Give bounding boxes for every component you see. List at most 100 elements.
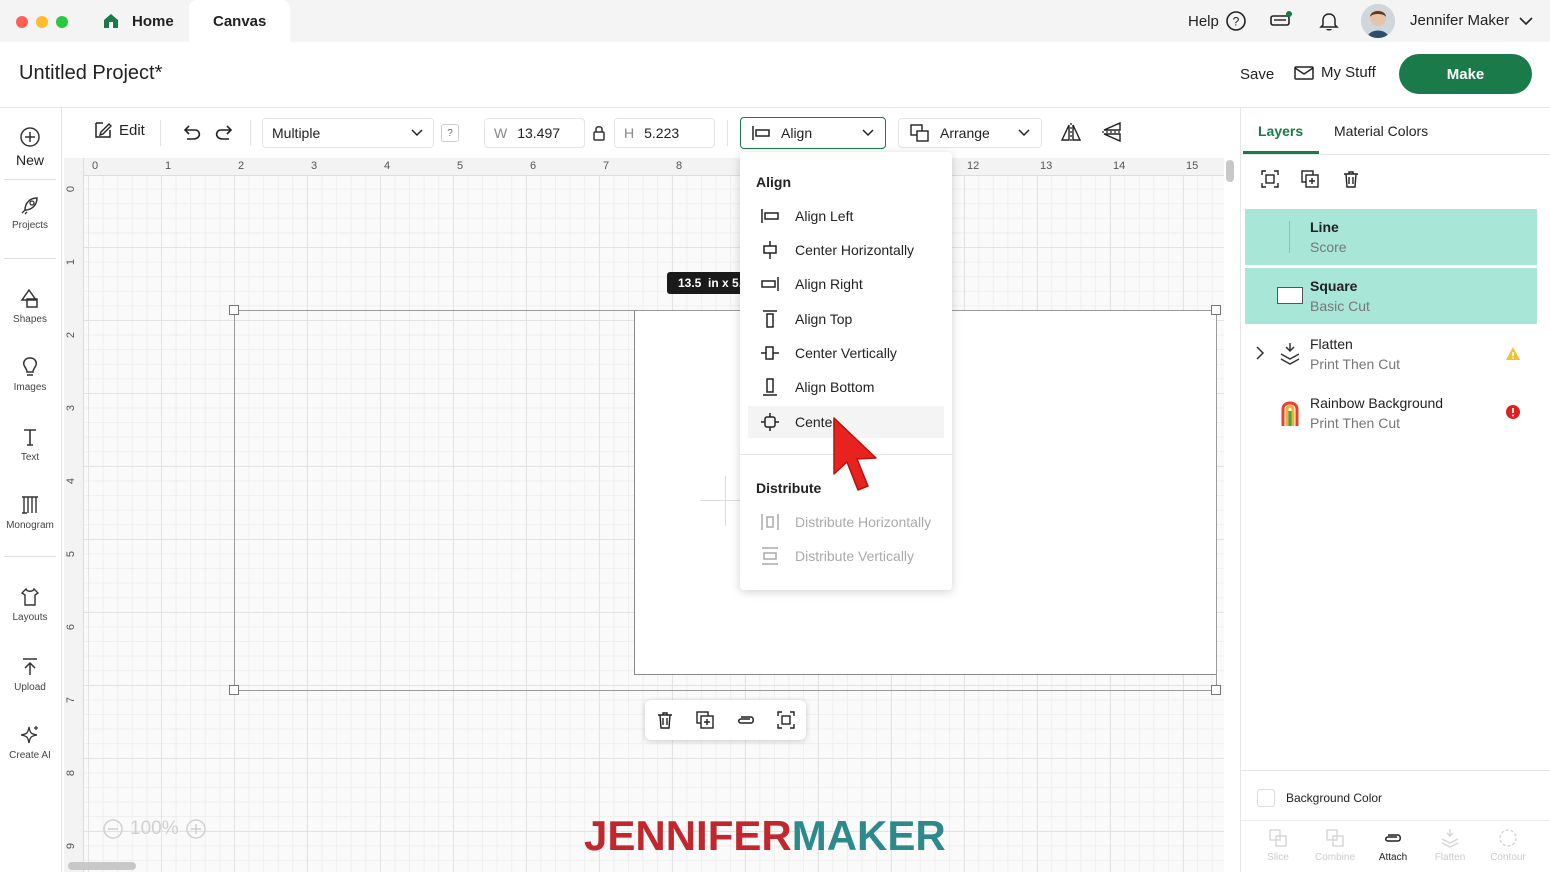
contour-button[interactable]: Contour (1480, 828, 1536, 863)
watermark-part-b: MAKER (791, 812, 946, 859)
height-field[interactable]: H 5.223 (614, 118, 715, 148)
background-color-checkbox[interactable] (1257, 789, 1275, 807)
menu-item-align-bottom[interactable]: Align Bottom (748, 371, 944, 403)
menu-item-distribute-horizontally[interactable]: Distribute Horizontally (748, 506, 944, 538)
ruler-left: 0 1 2 3 4 5 6 7 8 9 (64, 158, 84, 872)
arrange-label: Arrange (940, 125, 990, 141)
flip-vertical-icon[interactable] (1100, 121, 1124, 143)
resize-handle[interactable] (229, 685, 239, 695)
zoom-out-icon[interactable] (102, 818, 124, 840)
tab-material-colors[interactable]: Material Colors (1334, 123, 1428, 139)
menu-item-align-right[interactable]: Align Right (748, 268, 944, 300)
combine-label: Combine (1314, 852, 1356, 863)
lightbulb-icon (19, 356, 41, 378)
menu-item-center-vertically[interactable]: Center Vertically (748, 337, 944, 369)
rail-item-projects[interactable]: Projects (0, 194, 60, 231)
help-button[interactable]: Help ? (1188, 10, 1247, 32)
ruler-tick: 4 (65, 477, 78, 485)
layer-row-flatten[interactable]: Flatten Print Then Cut (1245, 326, 1537, 382)
make-button[interactable]: Make (1399, 54, 1532, 94)
monogram-icon (19, 494, 41, 516)
ruler-top: 0 1 2 3 4 5 6 7 8 12 13 14 15 (64, 158, 1224, 176)
lock-icon[interactable] (592, 125, 606, 141)
rail-item-upload[interactable]: Upload (0, 656, 60, 693)
tab-home[interactable]: Home (102, 0, 174, 42)
project-title[interactable]: Untitled Project* (19, 62, 162, 85)
bell-icon[interactable] (1318, 10, 1340, 32)
menu-item-align-left[interactable]: Align Left (748, 200, 944, 232)
chevron-down-icon (1519, 16, 1533, 26)
menu-item-label: Distribute Horizontally (795, 514, 932, 530)
align-dropdown[interactable]: Align (740, 117, 886, 149)
rail-item-images[interactable]: Images (0, 356, 60, 393)
my-stuff-button[interactable]: My Stuff (1294, 64, 1376, 81)
resize-handle[interactable] (1211, 685, 1221, 695)
duplicate-icon[interactable] (1300, 169, 1320, 189)
rail-item-monogram[interactable]: Monogram (0, 494, 60, 531)
operation-select[interactable]: Multiple (262, 118, 434, 148)
error-icon[interactable] (1505, 404, 1521, 420)
menu-item-label: Align Right (795, 276, 863, 292)
chevron-down-icon (1018, 129, 1030, 137)
trash-icon[interactable] (655, 710, 675, 730)
rail-item-shapes[interactable]: Shapes (0, 288, 60, 325)
close-window-button[interactable] (16, 16, 28, 28)
width-field[interactable]: W 13.497 (484, 118, 585, 148)
zoom-in-icon[interactable] (185, 818, 207, 840)
layer-row-rainbow-background[interactable]: Rainbow Background Print Then Cut (1245, 385, 1537, 441)
warning-icon[interactable] (1505, 346, 1521, 362)
duplicate-icon[interactable] (695, 710, 715, 730)
flatten-button[interactable]: Flatten (1422, 828, 1478, 863)
ruler-tick: 2 (238, 160, 245, 172)
resize-handle[interactable] (1211, 305, 1221, 315)
redo-icon[interactable] (213, 122, 235, 142)
save-button[interactable]: Save (1240, 66, 1274, 83)
edit-button[interactable]: Edit (93, 120, 145, 140)
chevron-right-icon[interactable] (1255, 346, 1265, 360)
layer-row-line[interactable]: Line Score (1245, 209, 1537, 265)
avatar[interactable] (1361, 4, 1395, 38)
layer-row-square[interactable]: Square Basic Cut (1245, 268, 1537, 324)
undo-icon[interactable] (181, 122, 203, 142)
menu-item-align-top[interactable]: Align Top (748, 303, 944, 335)
tab-layers[interactable]: Layers (1258, 123, 1303, 139)
tab-canvas-label: Canvas (213, 12, 267, 30)
home-icon (102, 12, 120, 30)
layer-title: Square (1310, 278, 1358, 294)
flip-horizontal-icon[interactable] (1060, 121, 1082, 143)
rail-item-layouts[interactable]: Layouts (0, 586, 60, 623)
rocket-icon (19, 194, 41, 216)
sparkle-icon (19, 724, 41, 746)
align-top-icon (758, 309, 782, 329)
ruler-tick: 7 (603, 160, 610, 172)
group-icon[interactable] (1260, 169, 1280, 189)
distribute-heading: Distribute (756, 480, 822, 496)
minimize-window-button[interactable] (36, 16, 48, 28)
tab-canvas[interactable]: Canvas (189, 0, 291, 42)
menu-item-center-horizontally[interactable]: Center Horizontally (748, 234, 944, 266)
rail-item-new[interactable]: New (0, 126, 60, 168)
user-menu[interactable]: Jennifer Maker (1410, 12, 1533, 29)
combine-button[interactable]: Combine (1307, 828, 1363, 863)
menu-item-label: Align Top (795, 311, 853, 327)
attach-icon[interactable] (735, 710, 757, 730)
operation-help-button[interactable]: ? (441, 124, 459, 142)
edit-label: Edit (119, 121, 145, 139)
center-horizontally-icon (758, 240, 782, 260)
trash-icon[interactable] (1341, 169, 1361, 189)
menu-item-distribute-vertically[interactable]: Distribute Vertically (748, 540, 944, 572)
slice-button[interactable]: Slice (1250, 828, 1306, 863)
machine-icon[interactable] (1269, 10, 1293, 30)
arrange-icon (910, 124, 930, 142)
watermark-part-a: JENNIFER (584, 812, 792, 859)
group-icon[interactable] (776, 710, 796, 730)
horizontal-scrollbar[interactable] (68, 862, 136, 870)
rail-item-text[interactable]: Text (0, 426, 60, 463)
maximize-window-button[interactable] (56, 16, 68, 28)
rail-item-create-ai[interactable]: Create AI (0, 724, 60, 761)
resize-handle[interactable] (229, 305, 239, 315)
attach-button[interactable]: Attach (1365, 828, 1421, 863)
vertical-scrollbar[interactable] (1226, 160, 1234, 182)
rail-item-label: Text (20, 452, 40, 463)
arrange-dropdown[interactable]: Arrange (898, 118, 1042, 148)
